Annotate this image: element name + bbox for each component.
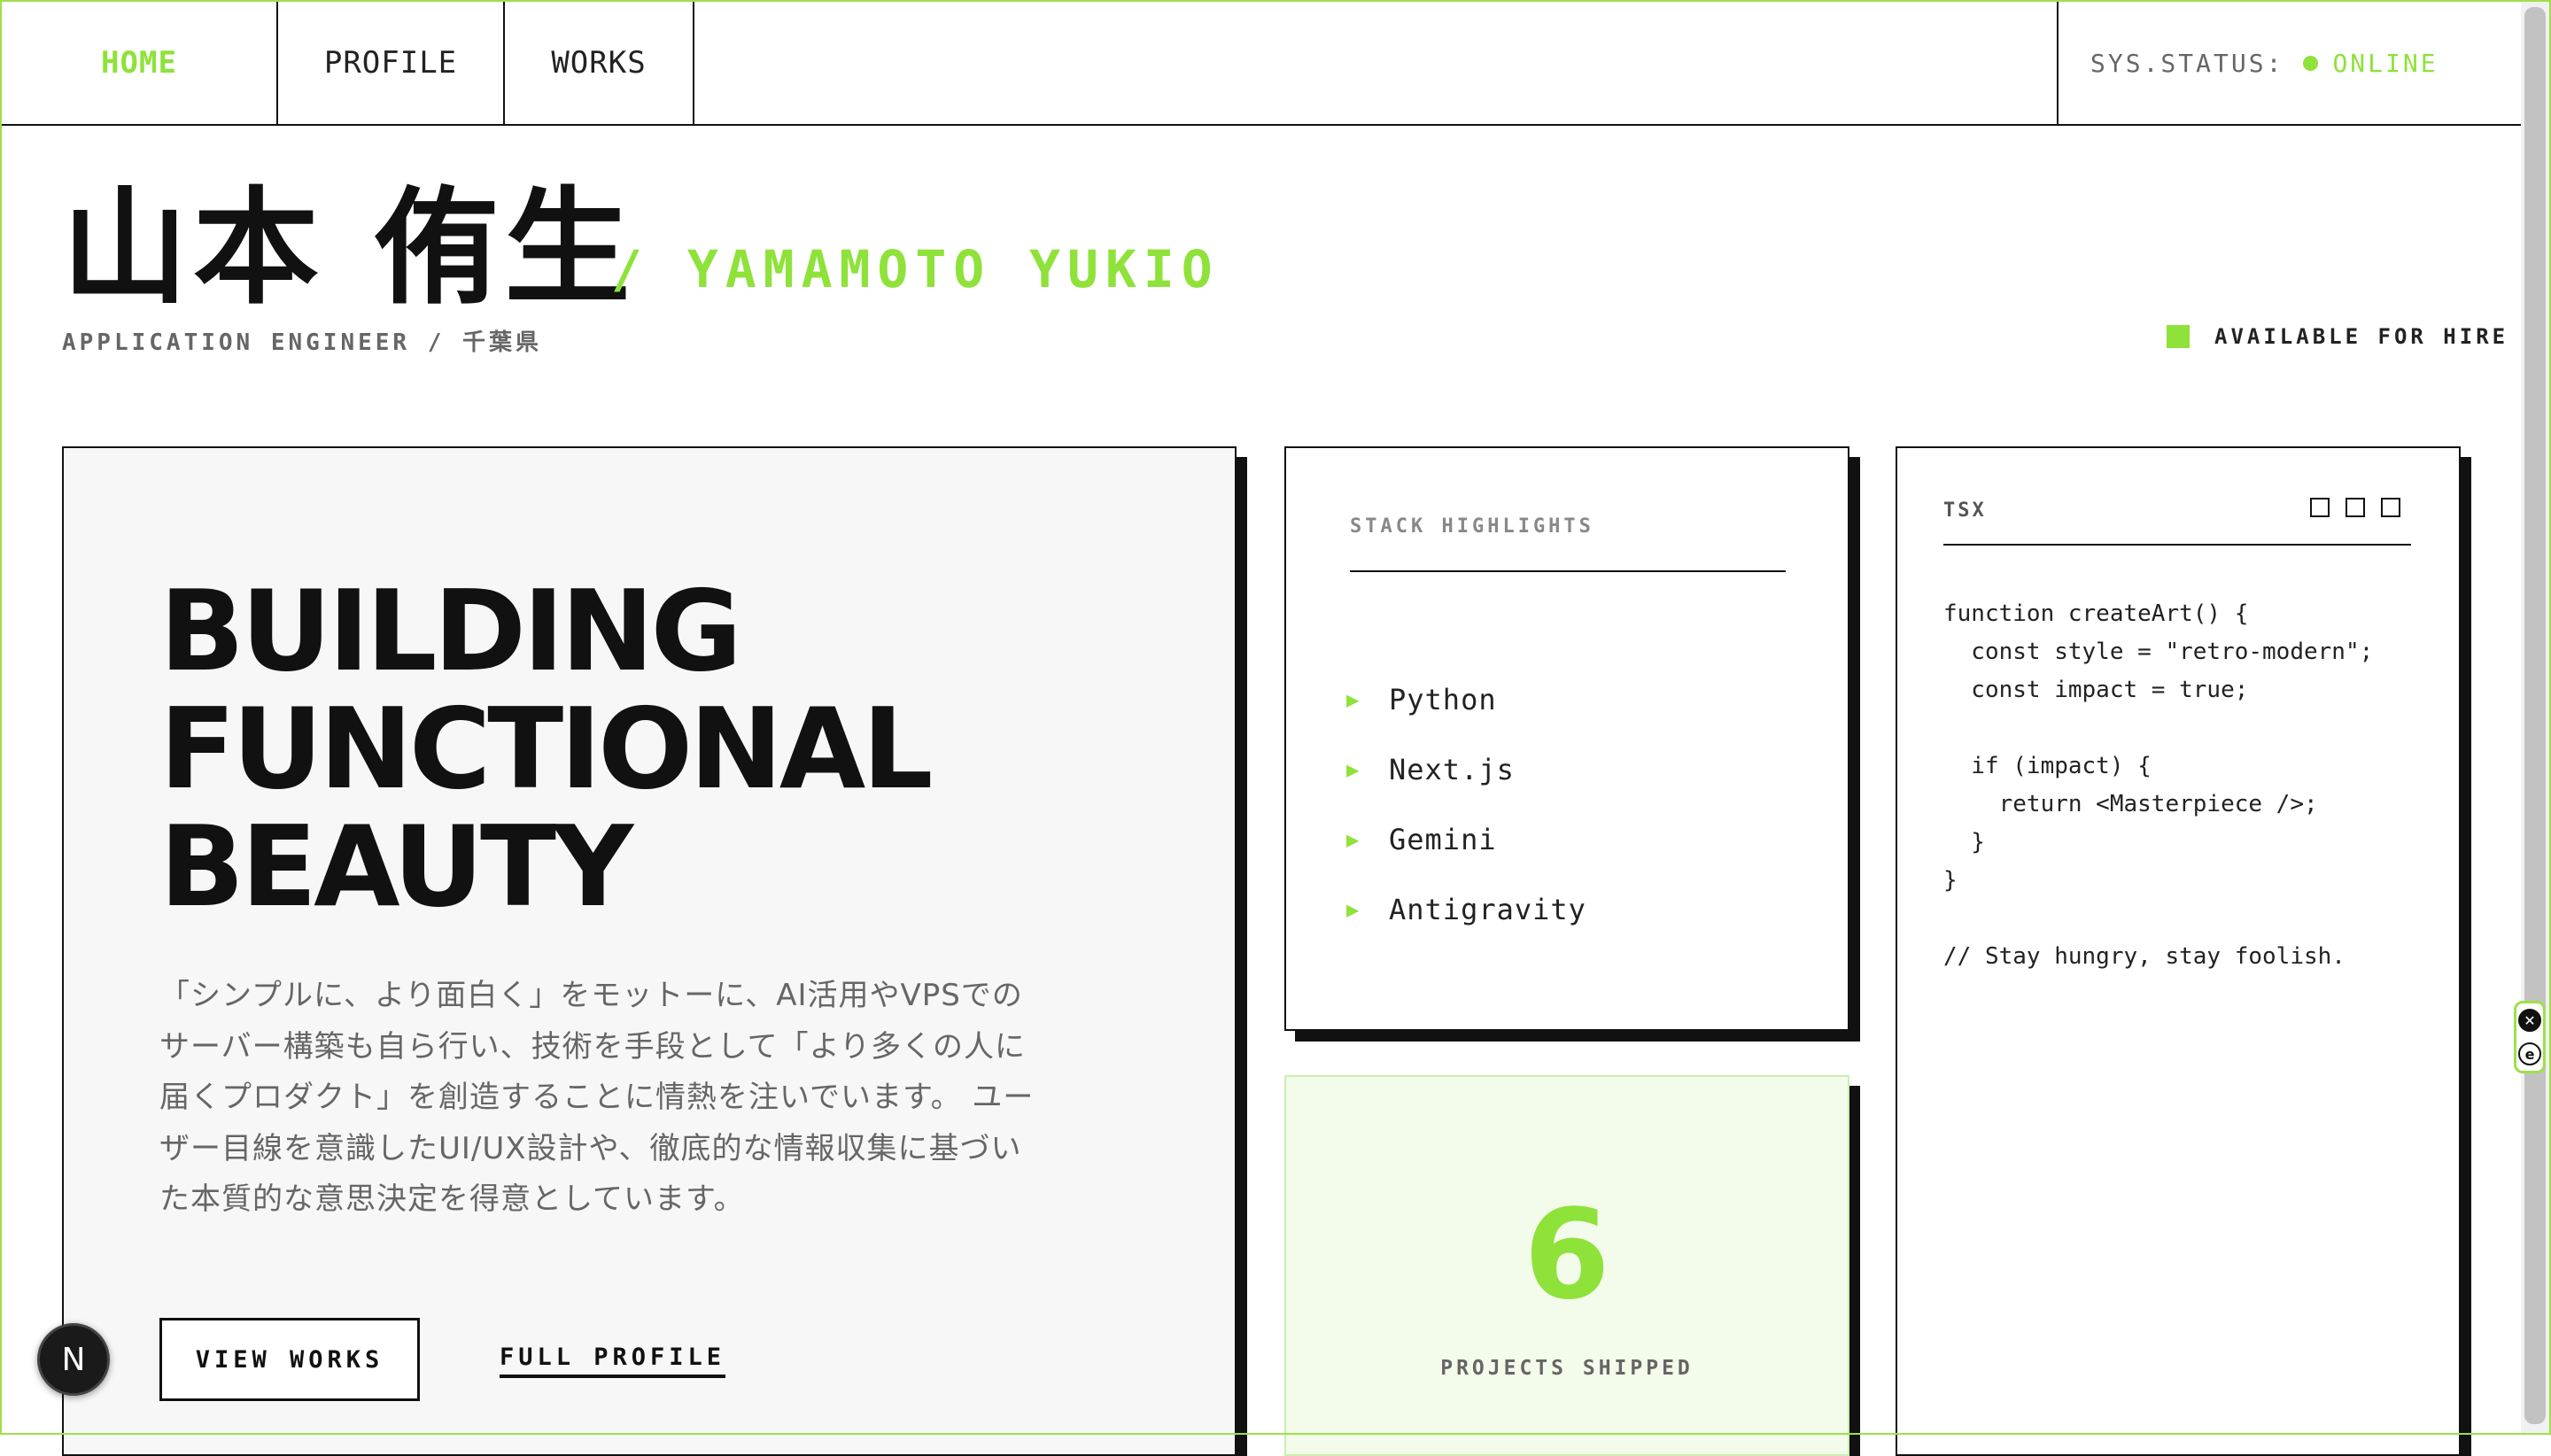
close-icon[interactable]: ✕ bbox=[2518, 1009, 2541, 1032]
list-item: ▶ Python bbox=[1346, 664, 1586, 734]
role-subtitle: APPLICATION ENGINEER / 千葉県 bbox=[62, 329, 543, 356]
code-snippet: function createArt() { const style = "re… bbox=[1943, 600, 2374, 970]
name-english: / YAMAMOTO YUKIO bbox=[611, 239, 1220, 299]
triangle-right-icon: ▶ bbox=[1346, 826, 1361, 852]
code-language-tag: TSX bbox=[1943, 500, 1987, 522]
list-item: ▶ Next.js bbox=[1346, 734, 1586, 804]
status-dot-icon bbox=[2303, 55, 2319, 71]
availability-badge: AVAILABLE FOR HIRE bbox=[2167, 324, 2508, 349]
square-icon bbox=[2381, 498, 2400, 517]
stack-item-label: Next.js bbox=[1389, 752, 1515, 786]
nav-profile[interactable]: PROFILE bbox=[278, 2, 505, 124]
window-controls bbox=[2310, 498, 2400, 517]
full-profile-link[interactable]: FULL PROFILE bbox=[500, 1344, 726, 1378]
scrollbar-thumb[interactable] bbox=[2524, 7, 2546, 1424]
nav-home[interactable]: HOME bbox=[2, 2, 278, 124]
name-japanese: 山本 侑生 bbox=[62, 175, 636, 321]
code-card: TSX function createArt() { const style =… bbox=[1896, 446, 2461, 1456]
system-status: SYS.STATUS: ONLINE bbox=[2057, 2, 2523, 124]
intro-description: 「シンプルに、より面白く」をモットーに、AI活用やVPSでのサーバー構築も自ら行… bbox=[159, 978, 1035, 1217]
triangle-right-icon: ▶ bbox=[1346, 756, 1361, 782]
headline-line-3: BEAUTY bbox=[159, 802, 633, 932]
projects-label: PROJECTS SHIPPED bbox=[1440, 1357, 1694, 1380]
triangle-right-icon: ▶ bbox=[1346, 686, 1361, 712]
headline: BUILDING FUNCTIONAL BEAUTY bbox=[159, 566, 934, 932]
projects-stat-card: 6 PROJECTS SHIPPED bbox=[1284, 1075, 1849, 1456]
square-icon bbox=[2310, 498, 2330, 517]
stack-item-label: Python bbox=[1389, 682, 1497, 716]
top-nav: HOME PROFILE WORKS SYS.STATUS: ONLINE bbox=[2, 2, 2521, 126]
headline-line-1: BUILDING bbox=[159, 566, 742, 696]
list-item: ▶ Gemini bbox=[1346, 804, 1586, 874]
headline-line-2: FUNCTIONAL bbox=[159, 684, 934, 814]
page-scrollbar[interactable] bbox=[2521, 2, 2549, 1433]
view-works-button[interactable]: VIEW WORKS bbox=[159, 1318, 420, 1401]
nextjs-dev-badge[interactable]: N bbox=[37, 1323, 110, 1396]
availability-label: AVAILABLE FOR HIRE bbox=[2214, 324, 2509, 349]
status-value: ONLINE bbox=[2332, 48, 2439, 78]
stack-card: STACK HIGHLIGHTS ▶ Python ▶ Next.js ▶ Gemin… bbox=[1284, 446, 1849, 1031]
list-item: ▶ Antigravity bbox=[1346, 874, 1586, 944]
stack-item-label: Antigravity bbox=[1389, 892, 1586, 926]
availability-square-icon bbox=[2167, 325, 2190, 348]
projects-count: 6 bbox=[1524, 1183, 1610, 1328]
triangle-right-icon: ▶ bbox=[1346, 896, 1361, 922]
stack-list: ▶ Python ▶ Next.js ▶ Gemini ▶ Antigravity bbox=[1346, 664, 1586, 944]
stack-title: STACK HIGHLIGHTS bbox=[1350, 515, 1594, 538]
square-icon bbox=[2346, 498, 2365, 517]
nav-works[interactable]: WORKS bbox=[505, 2, 694, 124]
code-divider bbox=[1943, 544, 2411, 546]
extension-widget[interactable]: ✕ e bbox=[2514, 1001, 2546, 1073]
extension-logo-icon[interactable]: e bbox=[2518, 1042, 2541, 1065]
intro-card: BUILDING FUNCTIONAL BEAUTY 「シンプルに、より面白く」… bbox=[62, 446, 1237, 1456]
stack-item-label: Gemini bbox=[1389, 822, 1497, 856]
status-label: SYS.STATUS: bbox=[2090, 48, 2284, 78]
stack-divider bbox=[1350, 570, 1786, 572]
